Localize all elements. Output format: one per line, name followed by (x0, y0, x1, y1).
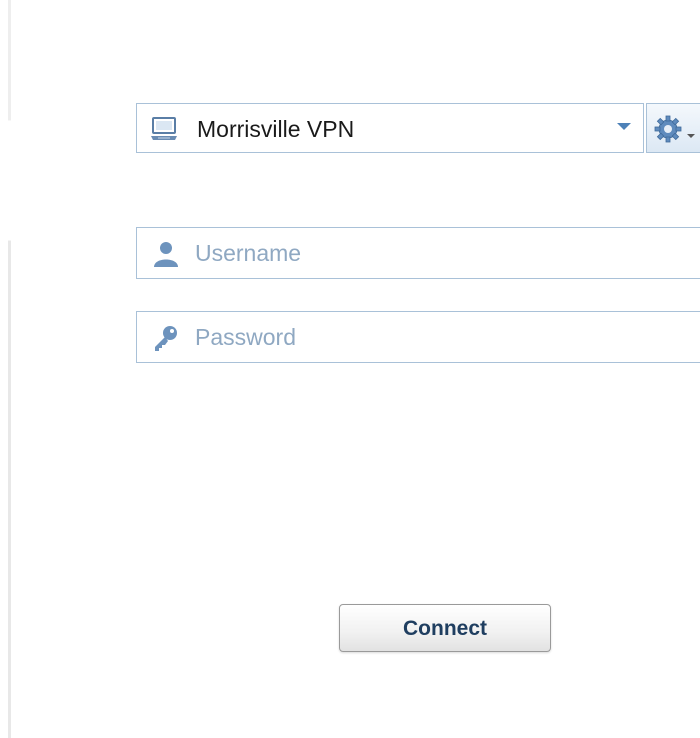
password-field[interactable] (136, 311, 700, 363)
password-input[interactable] (195, 320, 695, 354)
user-icon (151, 240, 181, 268)
left-divider (8, 0, 11, 738)
vpn-profile-row: Morrisville VPN (136, 103, 700, 155)
settings-button[interactable] (646, 103, 700, 153)
gear-icon (653, 114, 683, 144)
monitor-icon (149, 116, 179, 142)
username-input[interactable] (195, 236, 695, 270)
vpn-profile-label: Morrisville VPN (197, 116, 355, 142)
username-field[interactable] (136, 227, 700, 279)
key-icon (151, 324, 181, 352)
connect-button[interactable]: Connect (339, 604, 551, 652)
vpn-profile-select[interactable]: Morrisville VPN (136, 103, 644, 153)
chevron-down-icon[interactable] (617, 123, 631, 130)
settings-caret-icon (687, 134, 695, 138)
